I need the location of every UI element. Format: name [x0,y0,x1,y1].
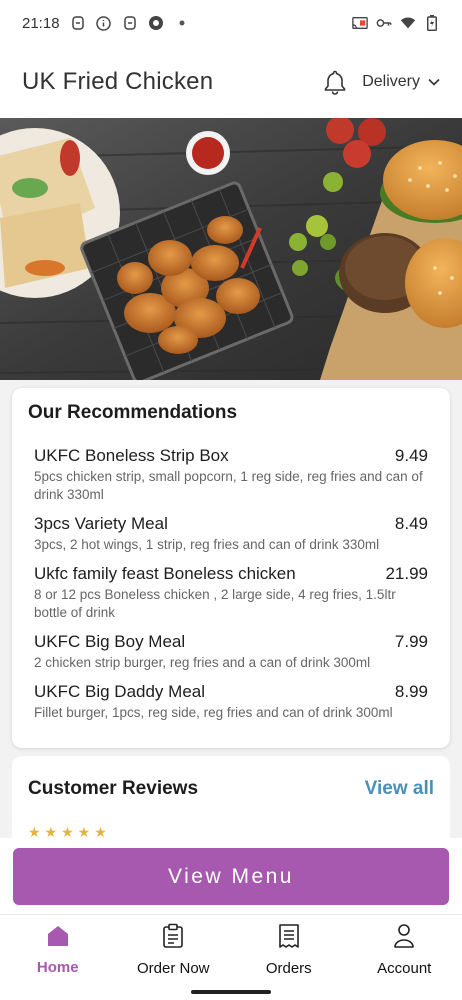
status-bar: 21:18 [0,0,462,46]
menu-item-name: UKFC Big Daddy Meal [34,682,206,701]
receipt-icon [278,923,300,954]
chevron-down-icon [428,73,440,91]
menu-item[interactable]: UKFC Boneless Strip Box 9.49 5pcs chicke… [28,446,434,504]
gesture-handle[interactable] [191,990,271,994]
nav-order-now[interactable]: Order Now [116,915,232,984]
vpn-key-icon [376,15,392,31]
status-time: 21:18 [22,14,60,32]
menu-item-price: 7.99 [394,632,428,651]
delivery-dropdown[interactable]: Delivery [362,73,440,91]
home-icon [46,924,70,953]
menu-item[interactable]: 3pcs Variety Meal 8.49 3pcs, 2 hot wings… [28,514,434,554]
recommendations-title: Our Recommendations [28,402,238,423]
wifi-icon [400,15,416,31]
recommendations-card: Our Recommendations UKFC Boneless Strip … [12,388,450,748]
reviews-header: Customer Reviews View all [28,778,434,800]
menu-item-name: UKFC Boneless Strip Box [34,446,229,465]
menu-item[interactable]: Ukfc family feast Boneless chicken 21.99… [28,564,434,622]
menu-item-price: 21.99 [385,564,428,583]
person-icon [393,923,415,954]
nav-label: Order Now [136,959,210,977]
status-left: 21:18 [22,15,190,32]
menu-item[interactable]: UKFC Big Boy Meal 7.99 2 chicken strip b… [28,632,434,672]
view-all-link[interactable]: View all [365,778,434,800]
hero-banner-image [0,118,462,380]
menu-item-name: Ukfc family feast Boneless chicken [34,564,296,583]
delivery-label: Delivery [362,73,420,90]
bottom-nav: Home Order Now Orders Account [0,914,462,984]
status-right [352,15,440,31]
chrome-icon [148,15,164,31]
app-title: UK Fried Chicken [22,68,214,95]
customer-reviews-card: Customer Reviews View all ★★★★★ [12,756,450,846]
menu-item-description: 2 chicken strip burger, reg fries and a … [34,655,371,670]
menu-item-price: 8.49 [394,514,428,533]
menu-item-description: 5pcs chicken strip, small popcorn, 1 reg… [34,469,423,502]
header-actions: Delivery [322,69,440,95]
menu-item[interactable]: UKFC Big Daddy Meal 8.99 Fillet burger, … [28,682,434,722]
menu-item-price: 9.49 [394,446,428,465]
nav-label: Orders [265,959,312,977]
battery-icon [424,15,440,31]
menu-item-price: 8.99 [394,682,428,701]
gesture-area [0,984,462,1000]
bell-icon[interactable] [322,69,348,95]
nav-label: Home [36,958,79,976]
cast-icon [352,15,368,31]
sim-icon [122,15,138,31]
menu-item-name: 3pcs Variety Meal [34,514,168,533]
sim-icon [70,15,86,31]
dot-icon [174,15,190,31]
nav-account[interactable]: Account [347,915,462,984]
nav-home[interactable]: Home [0,915,116,984]
menu-item-name: UKFC Big Boy Meal [34,632,186,651]
info-icon [96,15,112,31]
view-menu-button[interactable]: View Menu [13,848,449,905]
menu-item-description: Fillet burger, 1pcs, reg side, reg fries… [34,705,393,720]
nav-orders[interactable]: Orders [231,915,347,984]
order-icon [162,923,184,954]
view-menu-container: View Menu [0,838,462,914]
reviews-title: Customer Reviews [28,778,199,799]
menu-item-description: 3pcs, 2 hot wings, 1 strip, reg fries an… [34,537,380,552]
app-header: UK Fried Chicken Delivery [0,46,462,118]
menu-item-description: 8 or 12 pcs Boneless chicken , 2 large s… [34,587,396,620]
nav-label: Account [377,959,432,977]
